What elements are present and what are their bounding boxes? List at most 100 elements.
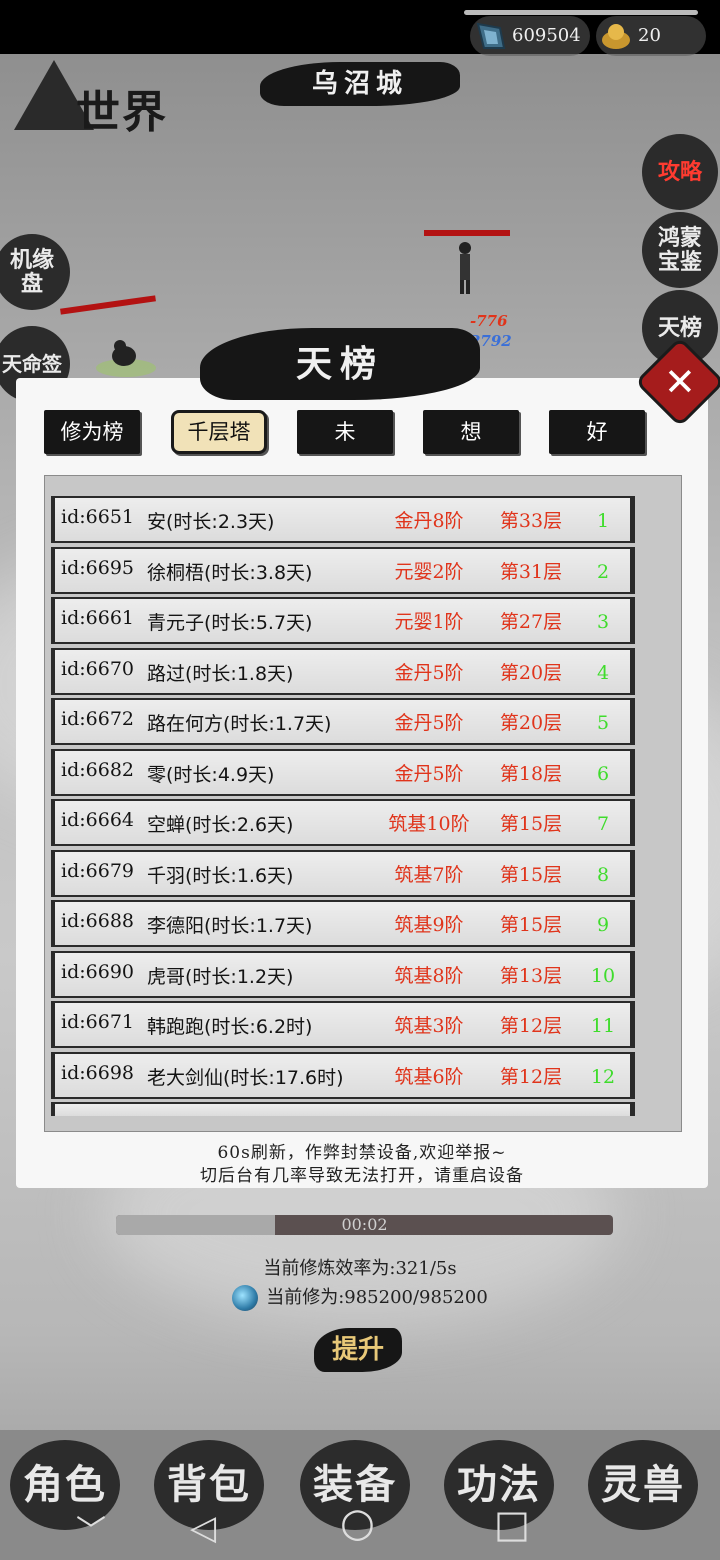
row-rank: 10 (590, 964, 616, 987)
row-id: id:6682 (61, 758, 134, 781)
row-floor: 第12层 (499, 1065, 563, 1088)
notch-indicator (464, 10, 698, 15)
cultivation-timer: 00:02 (341, 1215, 388, 1234)
table-row[interactable]: id:6698 老大剑仙(时长:17.6时) 筑基6阶 第12层 12 (51, 1051, 635, 1099)
row-name: 李德阳(时长:1.7天) (147, 915, 313, 937)
row-name: 老大剑仙(时长:17.6时) (147, 1066, 344, 1089)
system-home-icon[interactable]: ○ (340, 1500, 375, 1546)
row-realm: 元婴1阶 (394, 611, 464, 633)
row-rank: 2 (596, 560, 610, 583)
table-row[interactable]: id:6690 虎哥(时长:1.2天) 筑基8阶 第13层 10 (51, 950, 635, 998)
row-rank: 9 (596, 914, 610, 936)
row-realm: 筑基8阶 (394, 964, 464, 987)
table-row[interactable]: id:6651 安(时长:2.3天) 金丹8阶 第33层 1 (51, 496, 635, 543)
tab-placeholder-1[interactable]: 未 (297, 410, 393, 454)
row-id: id:6651 (61, 506, 134, 528)
row-name: 韩跑跑(时长:6.2时) (147, 1016, 313, 1038)
damage-text: -776 (470, 312, 508, 330)
row-rank: 4 (596, 661, 610, 684)
table-row[interactable]: id:6664 空蝉(时长:2.6天) 筑基10阶 第15层 7 (51, 799, 635, 846)
spirit-beast-sprite (96, 340, 156, 377)
table-row[interactable]: id:6671 韩跑跑(时长:6.2时) 筑基3阶 第12层 11 (51, 1001, 635, 1048)
modal-title: 天榜 (200, 328, 480, 400)
row-id: id:6664 (61, 809, 134, 831)
row-id: id:6679 (61, 859, 134, 882)
row-realm: 金丹5阶 (394, 661, 464, 684)
table-row[interactable]: id:6661 青元子(时长:5.7天) 元婴1阶 第27层 3 (51, 597, 635, 644)
gold-ingot-icon (602, 24, 630, 49)
sky-ranking-label: 天榜 (657, 314, 702, 341)
row-rank: 3 (596, 611, 610, 633)
row-floor: 第31层 (499, 560, 563, 583)
row-realm: 筑基10阶 (388, 813, 470, 835)
row-realm: 金丹5阶 (394, 712, 464, 734)
row-id: id:6690 (61, 960, 134, 983)
table-row[interactable]: id:6672 路在何方(时长:1.7天) 金丹5阶 第20层 5 (51, 698, 635, 745)
notice-line-2: 切后台有几率导致无法打开，请重启设备 (200, 1166, 524, 1186)
row-realm: 金丹8阶 (394, 510, 464, 532)
crystal-currency: 609504 (470, 16, 590, 56)
notice-line-1: 60s刷新，作弊封禁设备,欢迎举报~ (217, 1143, 507, 1163)
row-realm: 筑基7阶 (394, 863, 464, 886)
row-floor: 第33层 (499, 510, 563, 532)
row-name: 徐桐梧(时长:3.8天) (147, 561, 313, 584)
row-floor: 第18层 (499, 762, 563, 785)
spirit-orb-icon (232, 1285, 259, 1311)
treasure-mirror-label: 鸿蒙宝鉴 (657, 224, 702, 275)
row-id: id:6671 (61, 1011, 134, 1033)
table-row[interactable]: id:6670 路过(时长:1.8天) 金丹5阶 第20层 4 (51, 647, 635, 695)
row-floor: 第27层 (499, 611, 563, 633)
row-rank: 1 (596, 510, 610, 532)
table-row[interactable]: id:6688 李德阳(时长:1.7天) 筑基9阶 第15层 9 (51, 900, 635, 947)
row-name: 空蝉(时长:2.6天) (147, 814, 294, 836)
row-name: 安(时长:2.3天) (147, 511, 275, 533)
table-row[interactable]: id:6695 徐桐梧(时长:3.8天) 元婴2阶 第31层 2 (51, 546, 635, 594)
strategy-guide-button[interactable]: 攻略 (642, 134, 718, 210)
nav-pets-button[interactable]: 灵兽 (588, 1440, 698, 1530)
tab-placeholder-2[interactable]: 想 (423, 410, 519, 454)
fortune-wheel-label: 机缘盘 (10, 246, 55, 297)
row-floor: 第20层 (499, 661, 563, 684)
table-row[interactable]: id:6682 零(时长:4.9天) 金丹5阶 第18层 6 (51, 748, 635, 796)
system-down-icon[interactable]: ﹀ (76, 1506, 106, 1550)
row-realm: 元婴2阶 (394, 560, 464, 583)
row-id: id:6688 (61, 910, 134, 932)
row-rank: 6 (596, 762, 610, 785)
row-id: id:6670 (61, 657, 134, 680)
table-row[interactable]: id:6679 千羽(时长:1.6天) 筑基7阶 第15层 8 (51, 849, 635, 897)
system-recent-icon[interactable]: □ (494, 1502, 530, 1546)
treasure-mirror-button[interactable]: 鸿蒙宝鉴 (642, 212, 718, 288)
row-name: 路在何方(时长:1.7天) (147, 713, 332, 735)
row-name: 青元子(时长:5.7天) (147, 612, 313, 634)
row-rank: 8 (596, 863, 610, 886)
row-realm: 筑基6阶 (394, 1065, 464, 1088)
upgrade-button[interactable]: 提升 (314, 1328, 402, 1372)
row-floor: 第15层 (499, 914, 563, 936)
row-name: 虎哥(时长:1.2天) (147, 965, 294, 988)
ranking-tabs: 修为榜 千层塔 未 想 好 (44, 410, 654, 456)
row-realm: 筑基3阶 (394, 1015, 464, 1037)
row-floor: 第15层 (499, 813, 563, 835)
ranking-list[interactable]: id:6651 安(时长:2.3天) 金丹8阶 第33层 1 id:6695 徐桐梧(时长:… (44, 475, 682, 1132)
system-back-icon[interactable]: ◁ (190, 1508, 216, 1548)
crystal-amount: 609504 (512, 25, 581, 46)
gold-currency: 20 (596, 16, 706, 56)
enemy-hp-bar (424, 230, 510, 236)
location-plaque: 乌沼城 (260, 62, 460, 106)
row-floor: 第12层 (499, 1015, 563, 1037)
tab-thousand-tower[interactable]: 千层塔 (171, 410, 267, 454)
row-rank: 11 (590, 1015, 616, 1037)
row-name: 零(时长:4.9天) (147, 763, 275, 786)
row-id: id:6661 (61, 607, 134, 629)
row-id: id:6672 (61, 708, 134, 730)
row-floor: 第13层 (499, 964, 563, 987)
notice-text: 60s刷新，作弊封禁设备,欢迎举报~ 切后台有几率导致无法打开，请重启设备 (16, 1142, 708, 1188)
world-title-text: 世界 (76, 87, 168, 138)
tab-cultivation-rank[interactable]: 修为榜 (44, 410, 140, 454)
row-id: id:6698 (61, 1061, 134, 1084)
current-cultivation-text: 当前修为:985200/985200 (266, 1287, 488, 1308)
tab-placeholder-3[interactable]: 好 (549, 410, 645, 454)
row-realm: 筑基9阶 (394, 914, 464, 936)
close-icon: ✕ (664, 360, 696, 404)
destiny-lot-label: 天命签 (2, 352, 62, 376)
